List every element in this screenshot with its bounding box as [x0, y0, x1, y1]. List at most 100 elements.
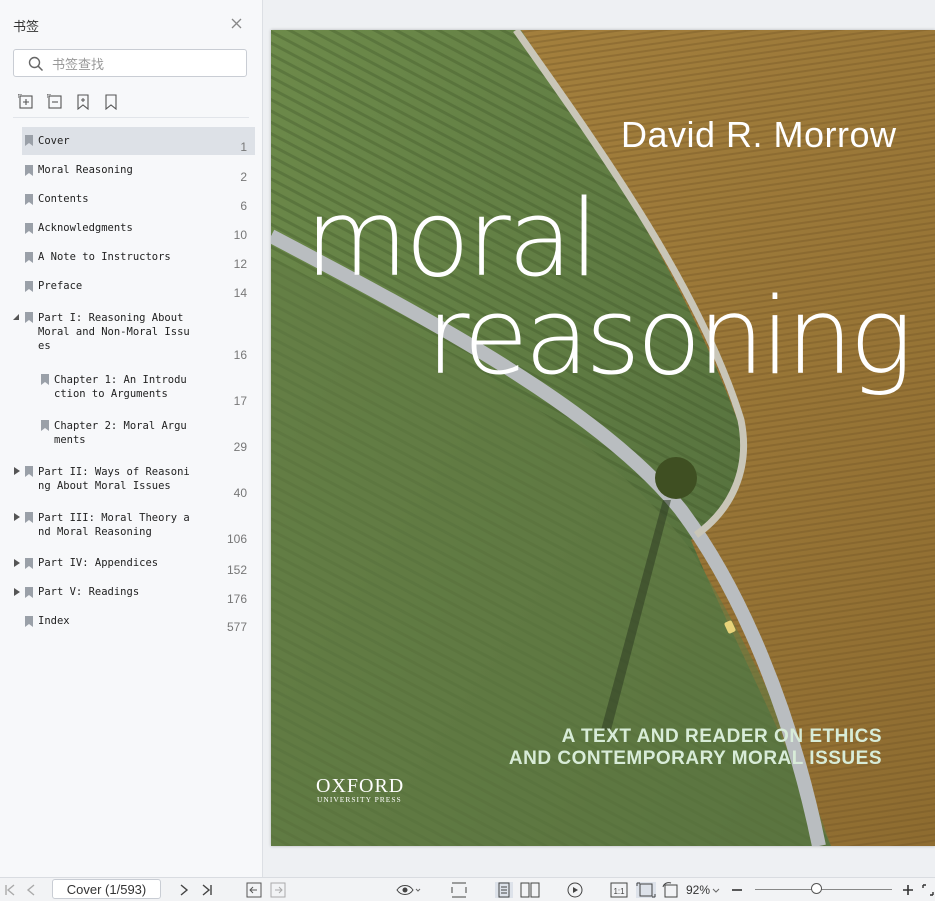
cover-subtitle-line1: A TEXT AND READER ON ETHICS: [561, 726, 882, 747]
bookmark-label: Chapter 1: An Introdu ction to Arguments: [54, 374, 187, 400]
collapse-all-icon[interactable]: [47, 94, 63, 110]
bookmark-page: 6: [240, 199, 247, 213]
bookmark-flag-icon: [25, 466, 33, 477]
bookmark-page: 1: [240, 140, 247, 154]
bookmark-page: 10: [233, 228, 247, 242]
add-bookmark-icon[interactable]: [75, 94, 91, 110]
bookmark-label: Part V: Readings: [38, 586, 140, 598]
rotate-icon[interactable]: [662, 882, 680, 898]
fit-width-icon[interactable]: [450, 882, 468, 898]
previous-page-icon[interactable]: [26, 882, 36, 898]
zoom-level[interactable]: 92%: [686, 883, 710, 897]
next-page-icon[interactable]: [179, 882, 189, 898]
bookmark-label: Moral Reasoning: [38, 164, 133, 176]
bookmark-page: 40: [233, 486, 247, 500]
zoom-slider-handle[interactable]: [811, 883, 822, 894]
bookmark-page: 106: [226, 532, 247, 546]
bookmark-flag-icon: [25, 512, 33, 523]
publisher-sub: UNIVERSITY PRESS: [317, 795, 402, 804]
collapsed-arrow-icon[interactable]: [14, 588, 20, 596]
bookmark-page: 14: [233, 286, 247, 300]
back-icon[interactable]: [246, 882, 262, 898]
cover-author: David R. Morrow: [621, 114, 897, 155]
bookmark-flag-icon: [25, 165, 33, 176]
zoom-slider[interactable]: [755, 889, 892, 890]
forward-icon[interactable]: [270, 882, 286, 898]
search-input[interactable]: [50, 54, 244, 74]
play-icon[interactable]: [566, 882, 584, 898]
sidebar-title: 书签: [13, 19, 40, 34]
bookmark-item[interactable]: A Note to Instructors 12: [0, 243, 262, 271]
expand-all-icon[interactable]: [18, 94, 34, 110]
bookmark-flag-icon: [41, 420, 49, 431]
svg-text:1:1: 1:1: [613, 887, 625, 896]
single-page-icon[interactable]: [495, 882, 513, 898]
bookmark-page: 16: [233, 348, 247, 362]
expanded-arrow-icon[interactable]: [13, 313, 21, 321]
bookmark-item[interactable]: Contents 6: [0, 185, 262, 213]
bookmark-item-cover[interactable]: Cover 1: [0, 127, 262, 155]
bookmark-label: A Note to Instructors: [38, 251, 171, 263]
bookmark-label: Part IV: Appendices: [38, 557, 159, 569]
bookmark-label: Index: [38, 615, 70, 627]
actual-size-icon[interactable]: 1:1: [610, 882, 628, 898]
bookmark-flag-icon: [25, 194, 33, 205]
bookmark-item[interactable]: Part II: Ways of Reasoni ng About Moral …: [0, 458, 262, 502]
bookmark-label: Acknowledgments: [38, 222, 133, 234]
bookmark-item[interactable]: Part V: Readings 176: [0, 578, 262, 606]
bookmark-item[interactable]: Part IV: Appendices 152: [0, 549, 262, 577]
zoom-out-icon[interactable]: [731, 882, 743, 898]
bookmark-page: 29: [233, 440, 247, 454]
bookmark-item[interactable]: Acknowledgments 10: [0, 214, 262, 242]
bookmark-flag-icon: [25, 252, 33, 263]
bookmark-label: Part I: Reasoning About Moral and Non-Mo…: [38, 312, 190, 352]
bookmark-item[interactable]: Part III: Moral Theory a nd Moral Reason…: [0, 504, 262, 548]
bookmark-page: 2: [240, 170, 247, 184]
collapsed-arrow-icon[interactable]: [14, 513, 20, 521]
bookmark-flag-icon: [41, 374, 49, 385]
bookmark-label: Cover: [38, 135, 70, 147]
fullscreen-icon[interactable]: [922, 882, 934, 898]
collapsed-arrow-icon[interactable]: [14, 559, 20, 567]
bookmark-flag-icon: [25, 558, 33, 569]
bookmark-page: 577: [226, 620, 247, 634]
bookmark-page: 12: [233, 257, 247, 271]
book-cover-page: David R. Morrow moral reasoning A TEXT A…: [271, 30, 935, 846]
bookmark-label: Chapter 2: Moral Argu ments: [54, 420, 187, 446]
zoom-in-icon[interactable]: [902, 882, 914, 898]
bookmark-label: Preface: [38, 280, 83, 292]
page-indicator[interactable]: Cover (1/593): [52, 879, 161, 899]
bookmark-page: 152: [226, 563, 247, 577]
fit-page-icon[interactable]: [636, 882, 656, 898]
view-mode-icon[interactable]: [396, 882, 422, 898]
bookmark-item[interactable]: Chapter 2: Moral Argu ments 29: [0, 412, 262, 456]
bookmark-item[interactable]: Chapter 1: An Introdu ction to Arguments…: [0, 366, 262, 410]
bookmark-flag-icon: [25, 135, 33, 146]
collapsed-arrow-icon[interactable]: [14, 467, 20, 475]
status-bar: Cover (1/593) 1:1 92%: [0, 877, 935, 901]
bookmark-item[interactable]: Index 577: [0, 607, 262, 635]
bookmark-item[interactable]: Part I: Reasoning About Moral and Non-Mo…: [0, 304, 262, 364]
bookmark-flag-icon: [25, 616, 33, 627]
bookmark-label: Part III: Moral Theory a nd Moral Reason…: [38, 512, 190, 538]
bookmark-label: Contents: [38, 193, 89, 205]
search-icon: [28, 56, 44, 72]
cover-title-line2: reasoning: [426, 275, 913, 398]
bookmark-page: 176: [226, 592, 247, 606]
bookmark-item[interactable]: Preface 14: [0, 272, 262, 300]
bookmark-flag-icon: [25, 223, 33, 234]
close-icon[interactable]: [230, 17, 243, 30]
bookmark-search[interactable]: [13, 49, 247, 77]
bookmark-flag-icon: [25, 587, 33, 598]
bookmark-flag-icon: [25, 312, 33, 323]
bookmark-label: Part II: Ways of Reasoni ng About Moral …: [38, 466, 190, 492]
bookmark-page: 17: [233, 394, 247, 408]
cover-subtitle-line2: AND CONTEMPORARY MORAL ISSUES: [508, 748, 882, 769]
bookmark-sidebar: 书签 Cover 1: [0, 0, 263, 877]
last-page-icon[interactable]: [201, 882, 213, 898]
first-page-icon[interactable]: [4, 882, 16, 898]
zoom-dropdown-icon[interactable]: [712, 882, 720, 898]
double-page-icon[interactable]: [520, 882, 540, 898]
bookmark-item[interactable]: Moral Reasoning 2: [0, 156, 262, 184]
bookmark-icon[interactable]: [103, 94, 119, 110]
